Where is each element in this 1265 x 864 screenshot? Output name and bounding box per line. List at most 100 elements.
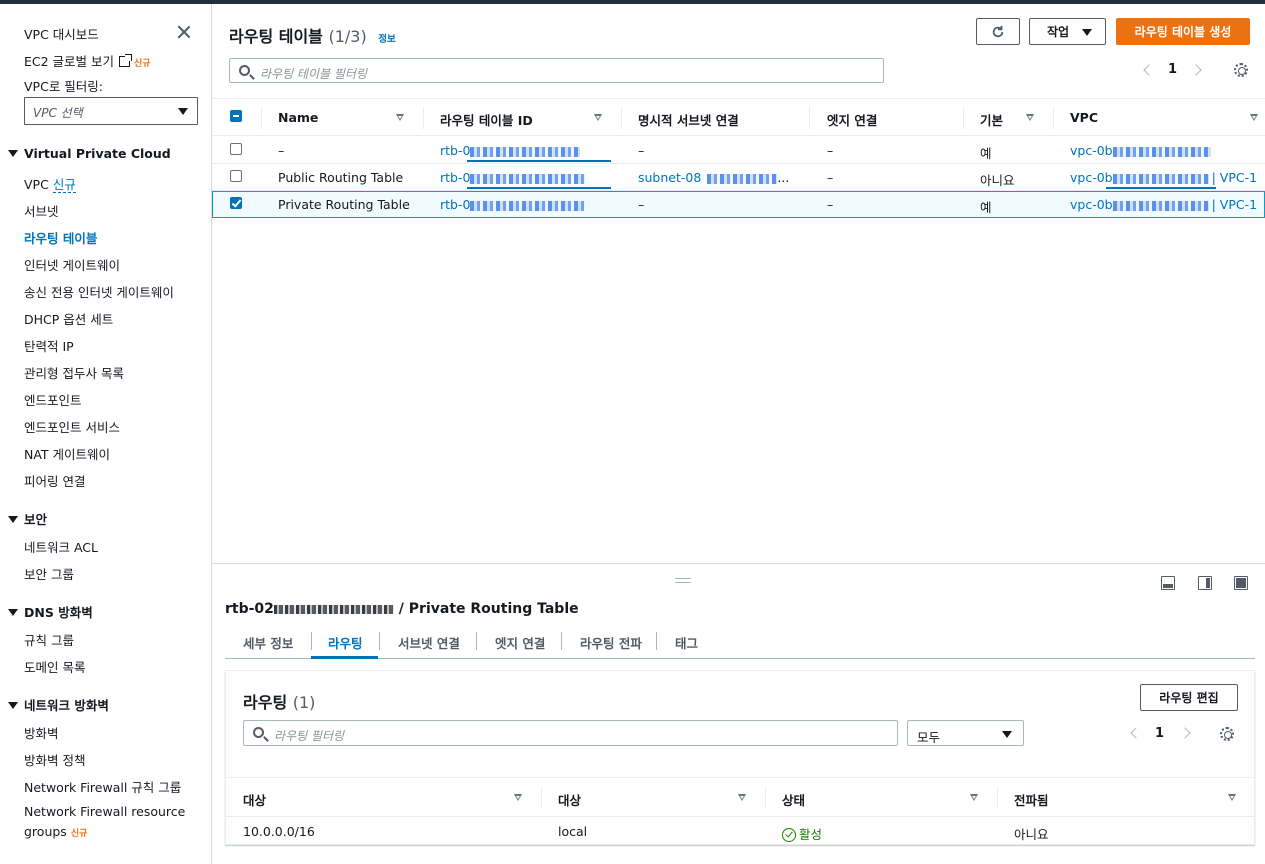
redacted-id: [470, 173, 587, 184]
column-header-main[interactable]: 기본: [980, 110, 1003, 129]
sidebar-item-elastic-ip[interactable]: 탄력적 IP: [24, 336, 74, 355]
vpc-filter-select[interactable]: VPC 선택: [24, 97, 198, 125]
gear-icon[interactable]: [1220, 727, 1234, 741]
sort-icon[interactable]: [970, 794, 978, 801]
tab-subnet-associations[interactable]: 서브넷 연결: [398, 633, 460, 652]
routes-search-input[interactable]: 라우팅 필터링: [243, 720, 898, 746]
vpc-name[interactable]: | VPC-1: [1212, 197, 1257, 212]
sidebar-section-network-firewall[interactable]: 네트워크 방화벽: [8, 695, 109, 714]
sort-icon[interactable]: [514, 794, 522, 801]
sort-icon[interactable]: [594, 114, 602, 121]
actions-dropdown[interactable]: 작업: [1029, 18, 1106, 45]
cell-subnet[interactable]: subnet-08...: [638, 170, 789, 185]
sidebar-item-security-groups[interactable]: 보안 그룹: [24, 564, 74, 583]
vpc-link[interactable]: vpc-0b: [1070, 197, 1113, 212]
tab-details[interactable]: 세부 정보: [243, 633, 293, 652]
sidebar-section-dns-firewall[interactable]: DNS 방화벽: [8, 602, 93, 621]
panel-side-icon[interactable]: [1198, 576, 1212, 590]
sidebar-item-subnets[interactable]: 서브넷: [24, 201, 59, 220]
sidebar-item-ec2-global[interactable]: EC2 글로벌 보기 신규: [24, 51, 151, 70]
column-header-edge[interactable]: 엣지 연결: [827, 110, 877, 129]
select-all-checkbox[interactable]: [230, 110, 242, 122]
column-header-target[interactable]: 대상: [558, 790, 581, 809]
table-row-selected[interactable]: Private Routing Table rtb-0 – – 예 vpc-0b…: [212, 191, 1265, 218]
cell-route-table-id[interactable]: rtb-0: [440, 143, 581, 158]
sort-icon[interactable]: [1026, 114, 1034, 121]
column-header-explicit-subnet[interactable]: 명시적 서브넷 연결: [638, 110, 739, 129]
sort-icon[interactable]: [1250, 114, 1258, 121]
vpc-name[interactable]: | VPC-1: [1212, 170, 1257, 185]
cell-route-table-id[interactable]: rtb-0: [440, 197, 585, 212]
gear-icon[interactable]: [1234, 63, 1248, 77]
route-table-id-link[interactable]: rtb-0: [440, 170, 470, 185]
chevron-left-icon[interactable]: [1143, 64, 1155, 76]
tab-edge-associations[interactable]: 엣지 연결: [495, 633, 545, 652]
sidebar-section-vpc[interactable]: Virtual Private Cloud: [8, 146, 171, 161]
subnet-link[interactable]: subnet-08: [638, 170, 701, 185]
sidebar-item-vpc-dashboard[interactable]: VPC 대시보드: [24, 24, 99, 43]
column-header-route-table-id[interactable]: 라우팅 테이블 ID: [440, 110, 533, 129]
route-table-id-link[interactable]: rtb-0: [440, 143, 470, 158]
resize-handle[interactable]: [675, 578, 691, 583]
close-icon[interactable]: [176, 24, 192, 40]
sidebar-item-nfw-resource-groups[interactable]: Network Firewall resource: [24, 804, 185, 819]
sidebar-item-egress-only-igw[interactable]: 송신 전용 인터넷 게이트웨이: [24, 282, 174, 301]
cell-route-table-id[interactable]: rtb-0: [440, 170, 587, 185]
column-header-propagated[interactable]: 전파됨: [1014, 790, 1049, 809]
sort-icon[interactable]: [1228, 794, 1236, 801]
new-badge: 신규: [52, 177, 76, 193]
sidebar-item-route-tables[interactable]: 라우팅 테이블: [24, 228, 97, 247]
sidebar-item-nfw-resource-groups-cont[interactable]: groups 신규: [24, 824, 87, 839]
column-divider: [809, 107, 810, 129]
sidebar-item-vpc[interactable]: VPC 신규: [24, 174, 76, 193]
sidebar-item-domain-lists[interactable]: 도메인 목록: [24, 657, 85, 676]
sidebar-item-endpoints[interactable]: 엔드포인트: [24, 390, 82, 409]
info-link[interactable]: 정보: [378, 34, 395, 45]
sidebar-item-firewall-policies[interactable]: 방화벽 정책: [24, 750, 85, 769]
sidebar-item-nat-gateways[interactable]: NAT 게이트웨이: [24, 444, 110, 463]
route-table-search-input[interactable]: 라우팅 테이블 필터링: [229, 58, 884, 83]
sort-icon[interactable]: [738, 794, 746, 801]
route-table-id-link[interactable]: rtb-0: [440, 197, 470, 212]
refresh-button[interactable]: [976, 18, 1020, 45]
sidebar-item-endpoint-services[interactable]: 엔드포인트 서비스: [24, 417, 120, 436]
sidebar-item-nfw-rule-groups[interactable]: Network Firewall 규칙 그룹: [24, 777, 181, 796]
sidebar-item-prefix-lists[interactable]: 관리형 접두사 목록: [24, 363, 124, 382]
routes-filter-select[interactable]: 모두: [907, 720, 1024, 746]
sidebar-item-peering[interactable]: 피어링 연결: [24, 471, 85, 490]
redacted-id: [1112, 146, 1211, 157]
vpc-link[interactable]: vpc-0b: [1070, 143, 1113, 158]
row-checkbox[interactable]: [230, 170, 242, 182]
page-number[interactable]: 1: [1155, 726, 1164, 741]
tab-route-propagation[interactable]: 라우팅 전파: [580, 633, 642, 652]
table-row[interactable]: – rtb-0 – – 예 vpc-0b: [212, 137, 1265, 164]
column-header-status[interactable]: 상태: [782, 790, 805, 809]
sort-icon[interactable]: [396, 114, 404, 121]
chevron-right-icon[interactable]: [1190, 64, 1202, 76]
chevron-right-icon[interactable]: [1179, 727, 1191, 739]
cell-vpc[interactable]: vpc-0b | VPC-1: [1070, 197, 1257, 212]
sidebar-item-rule-groups[interactable]: 규칙 그룹: [24, 630, 74, 649]
tab-routes[interactable]: 라우팅: [328, 633, 363, 652]
sidebar-item-internet-gateways[interactable]: 인터넷 게이트웨이: [24, 255, 120, 274]
create-route-table-button[interactable]: 라우팅 테이블 생성: [1116, 18, 1250, 45]
sidebar-item-dhcp-options[interactable]: DHCP 옵션 세트: [24, 309, 113, 328]
chevron-left-icon[interactable]: [1130, 727, 1142, 739]
sidebar-item-network-acl[interactable]: 네트워크 ACL: [24, 537, 98, 556]
row-checkbox[interactable]: [230, 143, 242, 155]
column-header-vpc[interactable]: VPC: [1070, 110, 1098, 125]
cell-vpc[interactable]: vpc-0b | VPC-1: [1070, 170, 1257, 185]
column-header-name[interactable]: Name: [278, 110, 318, 125]
panel-full-icon[interactable]: [1234, 576, 1248, 590]
column-header-destination[interactable]: 대상: [243, 790, 266, 809]
panel-bottom-icon[interactable]: [1161, 576, 1175, 590]
actions-label: 작업: [1047, 25, 1070, 39]
sidebar-item-firewalls[interactable]: 방화벽: [24, 723, 59, 742]
row-checkbox[interactable]: [230, 197, 242, 209]
cell-vpc[interactable]: vpc-0b: [1070, 143, 1211, 158]
page-number[interactable]: 1: [1168, 62, 1177, 77]
tab-tags[interactable]: 태그: [675, 633, 698, 652]
edit-routes-button[interactable]: 라우팅 편집: [1140, 684, 1238, 711]
vpc-link[interactable]: vpc-0b: [1070, 170, 1113, 185]
sidebar-section-security[interactable]: 보안: [8, 509, 47, 528]
